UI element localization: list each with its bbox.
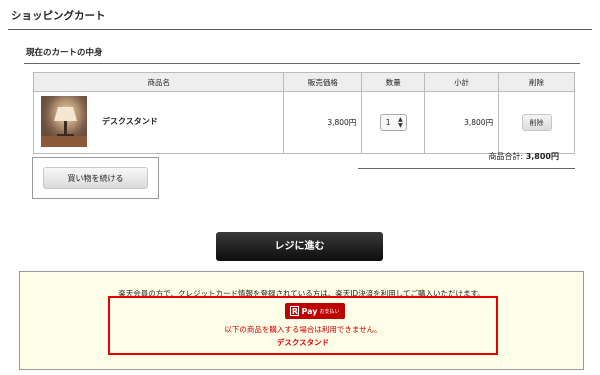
continue-shopping-box: 買い物を続ける [32, 157, 159, 199]
product-cell: デスクスタンド [32, 91, 285, 154]
cart-section-title: 現在のカートの中身 [26, 48, 103, 58]
desk-lamp-photo [41, 96, 87, 147]
total-value: 3,800円 [525, 152, 559, 161]
rakuten-pay-notice: 楽天会員の方で、クレジットカード情報を登録されている方は、楽天ID決済を利用して… [19, 271, 584, 370]
total-divider [358, 168, 575, 169]
rakuten-pay-warning-text: 以下の商品を購入する場合は利用できません。 [224, 325, 382, 334]
header-price: 販売価格 [283, 72, 363, 92]
cart-total: 商品合計: 3,800円 [488, 151, 559, 162]
quantity-cell: 1 ▲ ▼ [361, 91, 426, 154]
quantity-value: 1 [385, 118, 391, 127]
rakuten-pay-button[interactable]: R Pay お支払い [285, 303, 345, 319]
header-subtotal: 小計 [424, 72, 500, 92]
header-delete: 削除 [498, 72, 575, 92]
total-label: 商品合計: [488, 152, 524, 161]
title-divider [8, 29, 592, 30]
header-quantity: 数量 [361, 72, 426, 92]
continue-shopping-button[interactable]: 買い物を続ける [43, 167, 148, 189]
table-row: デスクスタンド 3,800円 1 ▲ ▼ 3,800円 削除 [32, 91, 575, 154]
delete-button[interactable]: 削除 [521, 114, 552, 131]
product-thumbnail[interactable] [41, 96, 87, 147]
quantity-select[interactable]: 1 ▲ ▼ [379, 114, 407, 131]
rakuten-pay-excluded-item: デスクスタンド [276, 338, 330, 347]
delete-cell: 削除 [498, 91, 575, 154]
header-product-name: 商品名 [32, 72, 285, 92]
cart-header-row: 商品名 販売価格 数量 小計 削除 [32, 72, 575, 92]
page-title: ショッピングカート [11, 10, 106, 22]
checkout-button[interactable]: レジに進む [216, 232, 383, 261]
select-arrows-icon: ▲ ▼ [398, 115, 403, 129]
section-divider [24, 63, 580, 64]
product-name[interactable]: デスクスタンド [102, 116, 158, 127]
cart-table: 商品名 販売価格 数量 小計 削除 デスクスタンド 3,800円 1 ▲ ▼ 3… [32, 72, 575, 154]
rakuten-r-icon: R [290, 306, 300, 316]
product-subtotal: 3,800円 [424, 91, 500, 154]
rpay-sub-label: お支払い [319, 308, 340, 315]
rpay-pay-label: Pay [301, 306, 318, 316]
rakuten-pay-warning-box: R Pay お支払い 以下の商品を購入する場合は利用できません。 デスクスタンド [108, 296, 498, 355]
product-price: 3,800円 [283, 91, 363, 154]
